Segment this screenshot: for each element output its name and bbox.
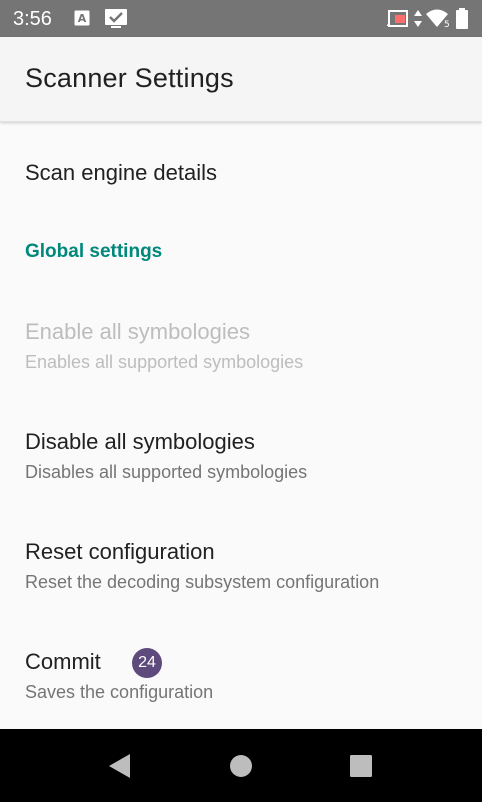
- status-time: 3:56: [13, 8, 52, 30]
- settings-list: Scan engine details Global settings Enab…: [0, 122, 482, 728]
- text-a-icon: A: [74, 10, 90, 31]
- back-icon[interactable]: [108, 753, 132, 784]
- pref-title: Scan engine details: [25, 160, 218, 185]
- recents-icon[interactable]: [349, 754, 373, 783]
- pref-title: Enable all symbologies: [25, 319, 251, 344]
- status-bar: 3:56 A 5: [0, 0, 482, 37]
- pref-summary: Reset the decoding subsystem configurati…: [25, 572, 380, 592]
- pref-title: Reset configuration: [25, 539, 215, 564]
- app-bar: Scanner Settings: [0, 37, 482, 122]
- notification-badge: 24: [132, 648, 162, 678]
- checkbox-icon: [104, 8, 128, 35]
- pref-summary: Disables all supported symbologies: [25, 462, 308, 482]
- pref-disable-all-symbologies[interactable]: Disable all symbologies Disables all sup…: [0, 388, 482, 498]
- pref-scan-engine-details[interactable]: Scan engine details: [0, 122, 482, 208]
- wifi-icon: 5: [425, 8, 450, 33]
- category-title: Global settings: [25, 241, 163, 262]
- pref-summary: Enables all supported symbologies: [25, 352, 304, 372]
- pref-commit[interactable]: Commit 24 Saves the configuration: [0, 608, 482, 718]
- svg-text:5: 5: [444, 20, 449, 28]
- battery-icon: [456, 8, 468, 34]
- pref-title: Commit: [25, 649, 101, 674]
- home-icon[interactable]: [229, 754, 253, 783]
- category-global-settings: Global settings: [0, 208, 482, 278]
- navigation-bar: [0, 729, 482, 802]
- pref-title: Disable all symbologies: [25, 429, 255, 454]
- pref-summary: Saves the configuration: [25, 682, 214, 702]
- pref-enable-all-symbologies: Enable all symbologies Enables all suppo…: [0, 278, 482, 388]
- page-title: Scanner Settings: [25, 63, 234, 93]
- pref-reset-configuration[interactable]: Reset configuration Reset the decoding s…: [0, 498, 482, 608]
- svg-text:A: A: [78, 12, 87, 25]
- data-arrows-icon: [413, 9, 423, 34]
- cast-icon: [387, 10, 409, 33]
